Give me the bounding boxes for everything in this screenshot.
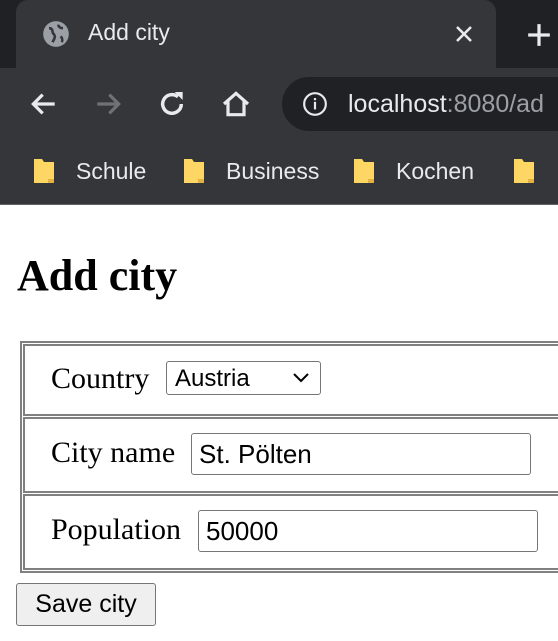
population-label: Population bbox=[51, 513, 182, 546]
country-label: Country bbox=[51, 362, 150, 395]
folder-icon bbox=[184, 159, 204, 183]
folder-icon bbox=[514, 159, 534, 183]
country-select[interactable]: Austria bbox=[166, 361, 321, 395]
page-title: Add city bbox=[17, 251, 178, 300]
close-tab-icon[interactable] bbox=[452, 22, 476, 46]
back-icon[interactable] bbox=[28, 88, 60, 120]
bookmarks-bar: Schule Business Kochen bbox=[0, 140, 558, 205]
city-name-row: City name St. Pölten bbox=[23, 417, 558, 493]
population-row: Population 50000 bbox=[23, 494, 558, 570]
url-path: :8080/ad bbox=[446, 90, 544, 118]
forward-icon[interactable] bbox=[92, 88, 124, 120]
browser-tab[interactable]: Add city bbox=[16, 0, 496, 68]
bookmark-folder-business[interactable]: Business bbox=[182, 154, 319, 188]
info-icon[interactable] bbox=[302, 91, 328, 117]
bookmark-label: Schule bbox=[76, 157, 147, 184]
bookmark-folder-schule[interactable]: Schule bbox=[32, 154, 146, 188]
chevron-down-icon bbox=[293, 373, 309, 383]
home-icon[interactable] bbox=[220, 88, 252, 120]
address-bar[interactable]: localhost:8080/ad bbox=[282, 77, 558, 131]
folder-icon bbox=[354, 159, 374, 183]
tab-title: Add city bbox=[88, 19, 170, 45]
url-host: localhost bbox=[348, 90, 447, 118]
bookmark-folder-kochen[interactable]: Kochen bbox=[352, 154, 474, 188]
city-name-label: City name bbox=[51, 436, 176, 469]
tab-strip: Add city bbox=[0, 0, 558, 68]
bookmark-label: Business bbox=[226, 157, 320, 184]
bookmark-label: Kochen bbox=[396, 157, 475, 184]
globe-icon bbox=[43, 21, 69, 47]
country-selected-value: Austria bbox=[175, 365, 250, 392]
city-name-input[interactable]: St. Pölten bbox=[191, 433, 531, 475]
city-form-table: Country Austria City name St. Pölten Pop… bbox=[20, 341, 558, 573]
url-text: localhost:8080/ad bbox=[348, 90, 544, 119]
save-city-button[interactable]: Save city bbox=[16, 583, 156, 626]
folder-icon bbox=[34, 159, 54, 183]
population-input[interactable]: 50000 bbox=[198, 510, 538, 552]
country-row: Country Austria bbox=[23, 344, 558, 416]
reload-icon[interactable] bbox=[156, 88, 188, 120]
new-tab-icon[interactable] bbox=[526, 22, 552, 48]
bookmark-folder-overflow[interactable] bbox=[512, 154, 556, 188]
browser-toolbar: localhost:8080/ad bbox=[0, 68, 558, 140]
